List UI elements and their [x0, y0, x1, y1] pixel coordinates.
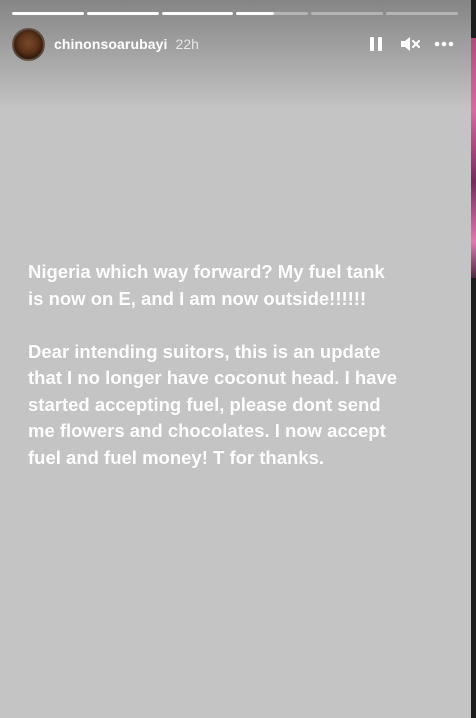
- story-paragraph-2: Dear intending suitors, this is an updat…: [28, 340, 398, 468]
- next-story-preview[interactable]: [471, 38, 476, 278]
- username[interactable]: chinonsoarubayi: [54, 36, 168, 52]
- mute-button[interactable]: [400, 34, 420, 54]
- story-controls: [366, 34, 458, 54]
- pause-icon: [370, 37, 382, 51]
- progress-segment: [236, 12, 309, 15]
- story-header: chinonsoarubayi 22h: [12, 27, 458, 61]
- story-progress-bar: [12, 12, 458, 15]
- progress-segment: [86, 12, 159, 15]
- progress-segment-fill: [236, 12, 274, 15]
- progress-segment-fill: [161, 12, 234, 15]
- avatar[interactable]: [12, 27, 45, 61]
- progress-segment: [161, 12, 234, 15]
- story-frame[interactable]: chinonsoarubayi 22h Nigeria which way fo…: [0, 0, 471, 718]
- progress-segment: [311, 12, 384, 15]
- story-viewer: chinonsoarubayi 22h Nigeria which way fo…: [0, 0, 476, 718]
- more-options-button[interactable]: [434, 34, 454, 54]
- more-horizontal-icon: [434, 41, 454, 47]
- progress-segment: [386, 12, 458, 15]
- pause-button[interactable]: [366, 34, 386, 54]
- progress-segment-fill: [86, 12, 159, 15]
- story-paragraph-1: Nigeria which way forward? My fuel tank …: [28, 261, 385, 309]
- story-text: Nigeria which way forward? My fuel tank …: [28, 259, 448, 471]
- progress-segment: [12, 12, 84, 15]
- post-time: 22h: [175, 36, 199, 52]
- speaker-muted-icon: [401, 37, 420, 51]
- progress-segment-fill: [12, 12, 84, 15]
